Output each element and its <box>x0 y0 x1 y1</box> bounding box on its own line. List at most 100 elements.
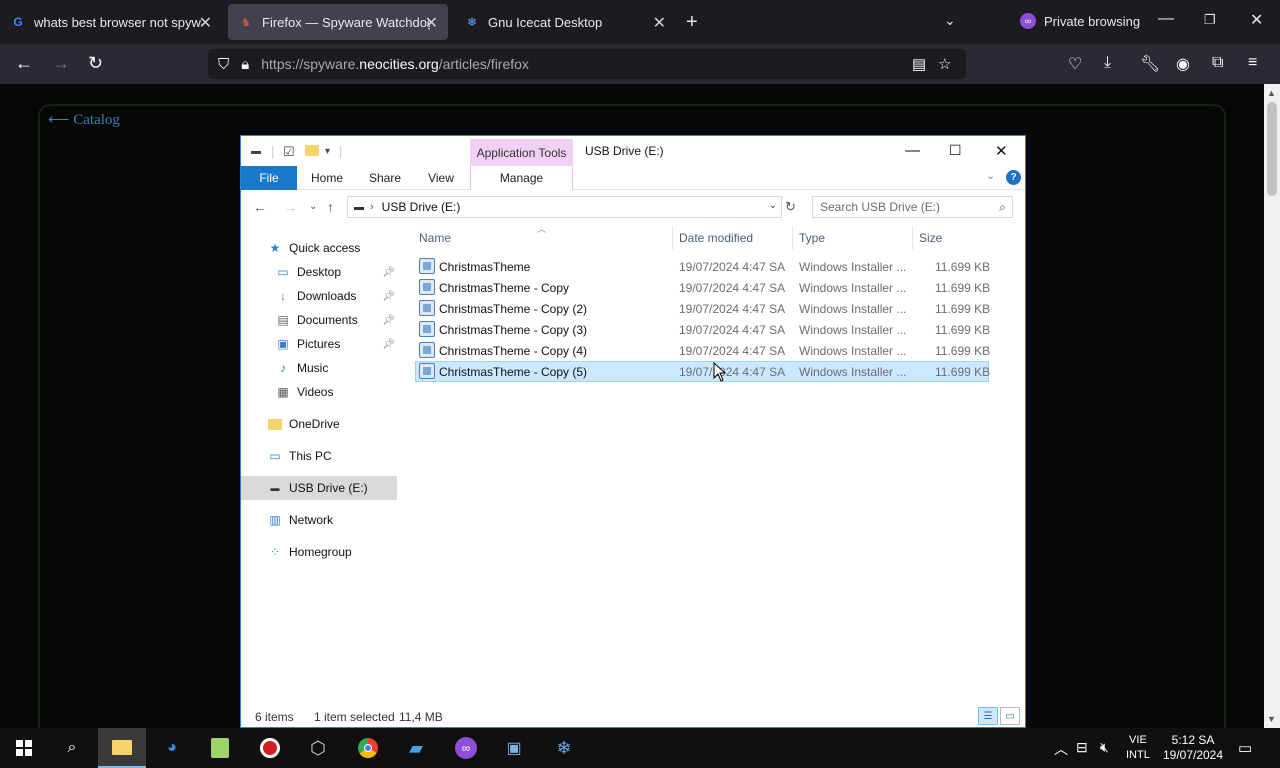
back-arrow-icon[interactable]: ← <box>253 199 267 215</box>
maximize-icon[interactable]: ☐ <box>949 142 962 159</box>
new-tab-plus-icon[interactable]: + <box>686 11 698 34</box>
properties-icon[interactable]: ☑ <box>283 144 295 160</box>
application-tools-tab[interactable]: Application Tools <box>470 139 573 166</box>
recent-locations-icon[interactable]: ⌄ <box>309 201 317 212</box>
large-icons-view-icon[interactable]: ▭ <box>1000 707 1020 725</box>
reload-icon[interactable]: ↻ <box>88 53 103 74</box>
tab-view[interactable]: View <box>413 166 469 190</box>
scrollbar-thumb[interactable] <box>1267 102 1277 196</box>
page-scrollbar[interactable]: ▲ ▼ <box>1264 84 1280 732</box>
nav-item-quick-access[interactable]: ★ Quick access <box>241 236 399 260</box>
remote-desktop-taskbar-icon[interactable]: ▰ <box>402 734 430 762</box>
bookmark-star-icon[interactable]: ☆ <box>938 55 951 73</box>
address-bar[interactable]: ▬ › USB Drive (E:) ⌄ <box>347 196 782 218</box>
file-row[interactable]: ChristmasTheme - Copy 19/07/2024 4:47 SA… <box>415 277 990 298</box>
download-icon[interactable]: ⤓ <box>1104 54 1111 72</box>
tab-share[interactable]: Share <box>357 166 413 190</box>
nav-item-usb-drive[interactable]: ▬ USB Drive (E:) <box>241 476 397 500</box>
chevron-down-icon[interactable]: ⌄ <box>944 12 956 29</box>
column-header-name[interactable]: Name <box>419 226 669 250</box>
scroll-up-icon[interactable]: ▲ <box>1267 88 1276 98</box>
new-folder-icon[interactable] <box>305 144 319 159</box>
tab-spyware-watchdog[interactable]: ♞ Firefox — Spyware Watchdog ✕ <box>228 4 448 40</box>
column-header-type[interactable]: Type <box>799 226 909 250</box>
tab-file[interactable]: File <box>241 166 297 190</box>
chevron-down-icon[interactable]: ⌄ <box>986 169 995 182</box>
column-header-size[interactable]: Size <box>919 226 991 250</box>
minimize-icon[interactable]: — <box>1158 10 1174 28</box>
minimize-icon[interactable]: — <box>905 142 920 159</box>
tab-icecat[interactable]: ❄ Gnu Icecat Desktop ✕ <box>454 0 676 44</box>
search-input[interactable] <box>820 200 980 214</box>
record-taskbar-icon[interactable] <box>256 734 284 762</box>
virtualbox-taskbar-icon[interactable]: ⬡ <box>304 734 332 762</box>
url-bar[interactable]: ⛉ 🔒︎ https://spyware.neocities.org/artic… <box>208 49 966 79</box>
nav-item-this-pc[interactable]: ▭ This PC <box>241 444 399 468</box>
pocket-icon[interactable]: ♡ <box>1068 54 1082 74</box>
account-icon[interactable]: ◉ <box>1176 54 1190 74</box>
forward-arrow-icon[interactable]: → <box>52 53 70 74</box>
chevron-up-icon[interactable]: ︿ <box>1054 739 1068 759</box>
tab-search[interactable]: G whats best browser not spyware ✕ <box>0 0 222 44</box>
input-language[interactable]: VIE INTL <box>1126 733 1150 763</box>
scroll-down-icon[interactable]: ▼ <box>1267 714 1276 724</box>
address-path[interactable]: USB Drive (E:) <box>382 200 461 214</box>
close-tab-icon[interactable]: ✕ <box>653 13 666 33</box>
nav-item-music[interactable]: ♪ Music <box>241 356 399 380</box>
file-row[interactable]: ChristmasTheme - Copy (3) 19/07/2024 4:4… <box>415 319 990 340</box>
file-row[interactable]: ChristmasTheme - Copy (4) 19/07/2024 4:4… <box>415 340 990 361</box>
up-arrow-icon[interactable]: ↑ <box>327 199 334 215</box>
column-divider[interactable] <box>792 226 793 250</box>
column-divider[interactable] <box>912 226 913 250</box>
close-icon[interactable]: ✕ <box>995 142 1008 160</box>
extensions-icon[interactable]: ⧉ <box>1212 54 1223 72</box>
notepad-plus-taskbar-icon[interactable] <box>206 734 234 762</box>
nav-item-desktop[interactable]: ▭ Desktop 📌︎ <box>241 260 399 284</box>
nav-item-pictures[interactable]: ▣ Pictures 📌︎ <box>241 332 399 356</box>
file-row-selected[interactable]: ChristmasTheme - Copy (5) 19/07/2024 4:4… <box>415 361 990 382</box>
column-divider[interactable] <box>672 226 673 250</box>
forward-arrow-icon[interactable]: → <box>283 199 297 215</box>
search-icon[interactable]: ⌕ <box>58 734 86 762</box>
search-icon[interactable]: ⌕ <box>999 200 1006 215</box>
tab-home[interactable]: Home <box>299 166 355 190</box>
help-icon[interactable]: ? <box>1006 170 1021 185</box>
chevron-right-icon[interactable]: › <box>370 201 374 213</box>
close-window-icon[interactable]: ✕ <box>1250 10 1263 30</box>
lock-icon[interactable]: 🔒︎ <box>241 56 249 73</box>
menu-hamburger-icon[interactable]: ≡ <box>1248 54 1257 72</box>
private-browsing-taskbar-icon[interactable]: ∞ <box>452 734 480 762</box>
icecat-taskbar-icon[interactable]: ❄ <box>550 734 578 762</box>
reader-view-icon[interactable]: ▤ <box>912 55 926 73</box>
file-explorer-taskbar-icon[interactable] <box>98 728 146 768</box>
back-arrow-icon[interactable]: ← <box>15 53 33 74</box>
close-tab-icon[interactable]: ✕ <box>199 13 212 33</box>
search-box[interactable]: ⌕ <box>812 196 1013 218</box>
installer-taskbar-icon[interactable]: ▣ <box>500 734 528 762</box>
url-text[interactable]: https://spyware.neocities.org/articles/f… <box>261 56 529 72</box>
restore-icon[interactable]: ❐ <box>1204 12 1216 28</box>
clock[interactable]: 5:12 SA 19/07/2024 <box>1160 733 1226 763</box>
chevron-down-icon[interactable]: ⌄ <box>769 200 777 211</box>
chrome-taskbar-icon[interactable] <box>354 734 382 762</box>
firefox-taskbar-icon[interactable]: ◕ <box>158 734 186 762</box>
tab-manage[interactable]: Manage <box>470 166 573 190</box>
windows-start-icon[interactable] <box>10 734 38 762</box>
nav-item-documents[interactable]: ▤ Documents 📌︎ <box>241 308 399 332</box>
customize-qat-icon[interactable]: ▾ <box>325 146 330 157</box>
column-header-date[interactable]: Date modified <box>679 226 791 250</box>
nav-item-network[interactable]: ▥ Network <box>241 508 399 532</box>
notification-icon[interactable]: ▭ <box>1238 739 1252 757</box>
file-row[interactable]: ChristmasTheme - Copy (2) 19/07/2024 4:4… <box>415 298 990 319</box>
nav-item-videos[interactable]: ▦ Videos <box>241 380 399 404</box>
volume-muted-icon[interactable]: 🔇︎ <box>1100 739 1109 756</box>
wrench-icon[interactable]: 🔧︎ <box>1140 54 1160 74</box>
refresh-icon[interactable]: ↻ <box>785 199 796 215</box>
shield-icon[interactable]: ⛉ <box>218 56 229 73</box>
network-tray-icon[interactable]: ⊟ <box>1076 739 1088 756</box>
catalog-link[interactable]: ⟵ Catalog <box>48 110 120 129</box>
details-view-icon[interactable]: ☰ <box>978 707 998 725</box>
close-tab-icon[interactable]: ✕ <box>425 13 438 33</box>
file-row[interactable]: ChristmasTheme 19/07/2024 4:47 SA Window… <box>415 256 990 277</box>
nav-item-onedrive[interactable]: OneDrive <box>241 412 399 436</box>
